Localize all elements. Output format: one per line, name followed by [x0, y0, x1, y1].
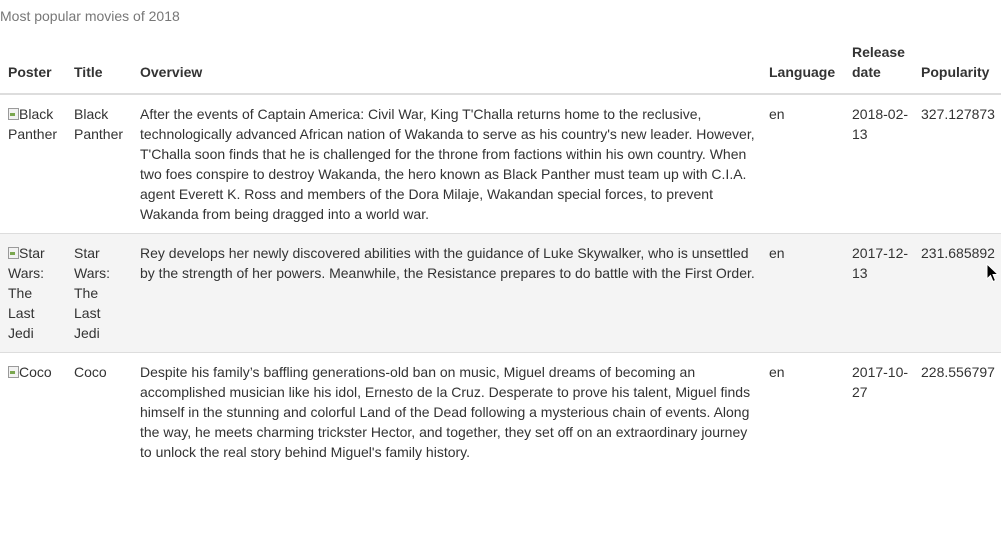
- language-cell: en: [769, 106, 785, 122]
- table-row: Star Wars: The Last Jedi Star Wars: The …: [0, 233, 1001, 353]
- title-cell: Star Wars: The Last Jedi: [66, 233, 132, 353]
- column-header-title: Title: [66, 40, 132, 95]
- overview-cell: Rey develops her newly discovered abilit…: [132, 233, 761, 353]
- poster-cell: Star Wars: The Last Jedi: [0, 233, 66, 353]
- column-header-language: Language: [761, 40, 844, 95]
- popularity-cell: 228.556797: [913, 352, 1001, 471]
- column-header-release-date: Release date: [844, 40, 913, 95]
- movies-table: Poster Title Overview Language Release d…: [0, 40, 1001, 471]
- release-date-cell: 2017-12-13: [844, 233, 913, 353]
- table-row: Coco Coco Despite his family’s baffling …: [0, 352, 1001, 471]
- title-cell: Coco: [66, 352, 132, 471]
- poster-image: Coco: [8, 362, 52, 382]
- popularity-cell: 231.685892: [913, 233, 1001, 353]
- broken-image-icon: [8, 247, 19, 259]
- language-cell: en: [761, 352, 844, 471]
- release-date-cell: 2017-10-27: [844, 352, 913, 471]
- title-cell: Black Panther: [74, 106, 124, 142]
- language-cell: en: [761, 233, 844, 353]
- overview-cell: Despite his family’s baffling generation…: [132, 352, 761, 471]
- mouse-pointer-icon: [986, 263, 1000, 283]
- table-body: Black Panther Black Panther After the ev…: [0, 94, 1001, 471]
- poster-cell: Black Panther: [0, 94, 66, 234]
- poster-image: Star Wars: The Last Jedi: [8, 243, 62, 343]
- poster-alt-text: Star Wars: The Last Jedi: [8, 245, 45, 341]
- column-header-popularity: Popularity: [913, 40, 1001, 95]
- column-header-overview: Overview: [132, 40, 761, 95]
- column-header-poster: Poster: [0, 40, 66, 95]
- poster-image: Black Panther: [8, 104, 62, 144]
- table-header: Poster Title Overview Language Release d…: [0, 40, 1001, 95]
- table-row: Black Panther Black Panther After the ev…: [0, 94, 1001, 234]
- poster-cell: Coco: [0, 352, 66, 471]
- table-caption: Most popular movies of 2018: [0, 8, 180, 24]
- overview-cell: After the events of Captain America: Civ…: [140, 106, 755, 222]
- broken-image-icon: [8, 366, 19, 378]
- header-row: Poster Title Overview Language Release d…: [0, 40, 1001, 95]
- broken-image-icon: [8, 108, 19, 120]
- poster-alt-text: Coco: [19, 364, 52, 380]
- release-date-cell: 2018-02-13: [852, 106, 909, 142]
- popularity-cell: 327.127873: [921, 106, 995, 122]
